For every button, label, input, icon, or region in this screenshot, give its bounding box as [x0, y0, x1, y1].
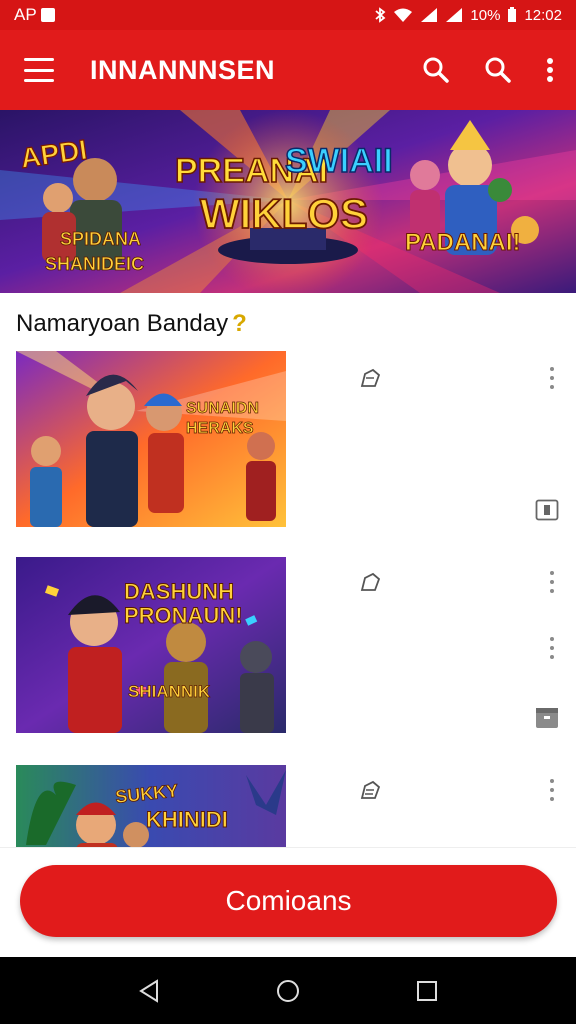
thumb-1-text-1: SUNAIDN: [186, 400, 259, 417]
thumb-1-text-2: HERAKS: [186, 420, 254, 437]
recents-icon[interactable]: [416, 980, 438, 1002]
search-icon[interactable]: [422, 56, 450, 84]
carrier-label: AP: [14, 5, 37, 24]
app-title: INNANNNSEN: [90, 54, 276, 85]
wifi-icon: [394, 8, 413, 22]
status-bar: AP 10% 12:02: [0, 0, 576, 30]
search-icon-secondary[interactable]: [484, 56, 512, 84]
list-item[interactable]: DASHUNH PRONAUN! SHIANNIK: [16, 557, 560, 733]
banner-center-text-2: SWIAII: [285, 142, 393, 180]
thumb-3-text-2: KHINIDI: [146, 807, 228, 832]
section-title: Namaryoan Banday?: [16, 310, 247, 338]
hero-banner[interactable]: APDI SPIDANA SHANIDEIC PREANAI SWIAII WI…: [0, 110, 576, 293]
clock: 12:02: [524, 6, 562, 24]
system-nav-bar: [0, 957, 576, 1024]
status-left: AP: [14, 5, 55, 25]
battery-percent: 10%: [470, 6, 501, 24]
app-bar: INNANNNSEN: [0, 30, 576, 110]
section-title-mark: ?: [232, 310, 247, 337]
tag-icon[interactable]: [359, 779, 383, 801]
thumbnail-artwork: SUKKY KHINIDI: [16, 765, 286, 847]
more-options-icon[interactable]: [546, 57, 554, 83]
signal-icon: [421, 8, 438, 22]
banner-artwork: APDI SPIDANA SHANIDEIC PREANAI SWIAII WI…: [0, 110, 576, 293]
thumbnail-artwork: DASHUNH PRONAUN! SHIANNIK: [16, 557, 286, 733]
thumb-2-text-2: PRONAUN!: [124, 603, 243, 628]
menu-icon[interactable]: [24, 58, 54, 82]
app-screen: AP 10% 12:02 INNANNNSEN APDI SPIDANA SHA…: [0, 0, 576, 1024]
status-right: 10% 12:02: [374, 7, 562, 24]
cta-container: Comioans: [0, 847, 576, 957]
tag-icon[interactable]: [359, 367, 383, 389]
list-item[interactable]: SUNAIDN HERAKS: [16, 351, 560, 527]
item-more-icon[interactable]: [549, 571, 555, 593]
home-icon[interactable]: [275, 978, 301, 1004]
item-more-icon[interactable]: [549, 779, 555, 801]
thumb-2-text-3: SHIANNIK: [128, 682, 211, 701]
thumbnail-artwork: SUNAIDN HERAKS: [16, 351, 286, 527]
primary-action-label: Comioans: [225, 885, 352, 916]
back-icon[interactable]: [138, 978, 160, 1003]
banner-right-text: PADANAI!: [405, 229, 521, 256]
bookmark-box-icon[interactable]: [535, 499, 559, 521]
list-item[interactable]: SUKKY KHINIDI: [16, 765, 560, 847]
notification-icon: [40, 8, 55, 22]
section-title-text: Namaryoan Banday: [16, 310, 229, 337]
archive-icon[interactable]: [535, 707, 559, 729]
banner-center-text-3: WIKLOS: [200, 190, 368, 237]
tag-icon[interactable]: [359, 571, 383, 593]
list-item-thumbnail[interactable]: SUNAIDN HERAKS: [16, 351, 286, 527]
primary-action-button[interactable]: Comioans: [20, 865, 557, 937]
app-actions: [422, 56, 554, 84]
list-item-thumbnail[interactable]: DASHUNH PRONAUN! SHIANNIK: [16, 557, 286, 733]
item-more-icon-secondary[interactable]: [549, 637, 555, 659]
list-item-thumbnail[interactable]: SUKKY KHINIDI: [16, 765, 286, 847]
signal-2-icon: [446, 8, 463, 22]
thumb-2-text-1: DASHUNH: [124, 579, 234, 604]
banner-left-text-3: SHANIDEIC: [45, 254, 144, 274]
bluetooth-icon: [375, 7, 386, 23]
battery-icon: [508, 7, 517, 22]
banner-left-text-2: SPIDANA: [60, 229, 141, 249]
item-more-icon[interactable]: [549, 367, 555, 389]
